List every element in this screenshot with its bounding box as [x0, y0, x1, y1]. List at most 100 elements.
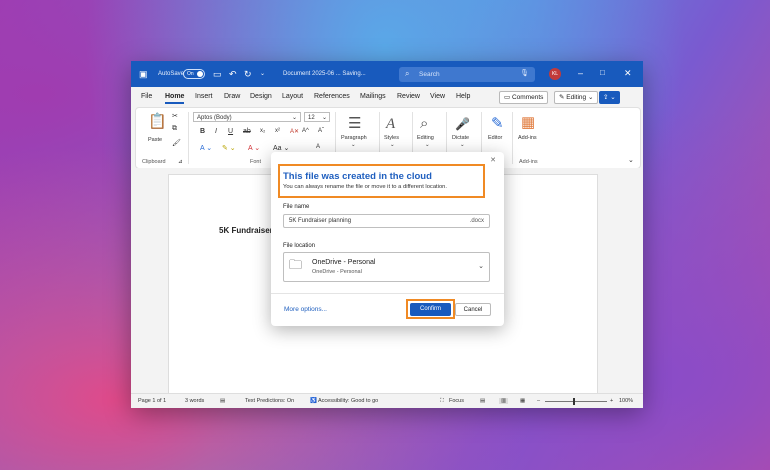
print-layout-icon[interactable]: ▥	[499, 398, 509, 404]
file-location-label: File location	[283, 243, 316, 249]
tab-mailings[interactable]: Mailings	[360, 93, 386, 100]
paste-icon[interactable]: 📋	[148, 114, 167, 130]
zoom-slider[interactable]	[545, 398, 607, 405]
chevron-down-icon[interactable]: ⌄	[390, 142, 395, 148]
close-icon[interactable]: ✕	[490, 156, 496, 164]
more-options-link[interactable]: More options...	[284, 306, 327, 313]
font-name-value: Aptos (Body)	[197, 115, 232, 121]
tab-help[interactable]: Help	[456, 93, 470, 100]
microphone-icon[interactable]: 🎙	[520, 69, 529, 77]
format-painter-icon[interactable]: 🖌	[172, 139, 181, 147]
font-name-dropdown[interactable]: Aptos (Body) ⌄	[193, 112, 301, 122]
autosave-state: On	[187, 71, 194, 77]
focus-icon[interactable]: ⛶	[440, 398, 444, 405]
tab-view[interactable]: View	[430, 93, 445, 100]
paragraph-label[interactable]: Paragraph	[341, 135, 367, 141]
status-bar: Page 1 of 1 3 words ▤ Text Predictions: …	[131, 393, 643, 408]
dictate-microphone-icon[interactable]: 🎤	[455, 116, 470, 132]
styles-label[interactable]: Styles	[384, 135, 399, 141]
confirm-button[interactable]: Confirm	[410, 303, 451, 316]
file-name-input[interactable]: 5K Fundraiser planning .docx	[283, 214, 490, 228]
strikethrough-icon[interactable]: ab	[243, 128, 251, 135]
divider	[512, 112, 513, 164]
chevron-down-icon[interactable]: ⌄	[460, 142, 465, 148]
tab-home[interactable]: Home	[165, 93, 185, 104]
font-group-label: Font	[250, 159, 262, 165]
web-layout-icon[interactable]: ▦	[520, 398, 525, 404]
share-button[interactable]: ⇪ ⌄	[599, 91, 620, 104]
grow-font-icon[interactable]: A^	[302, 128, 309, 134]
text-effects-icon[interactable]: A ⌄	[200, 144, 212, 152]
tab-review[interactable]: Review	[397, 93, 420, 100]
editor-icon[interactable]: ✎	[491, 116, 504, 132]
editing-mode-button[interactable]: ✎ Editing ⌄	[554, 91, 599, 104]
folder-icon: 🗀	[289, 257, 303, 272]
file-location-dropdown[interactable]: 🗀 OneDrive - Personal OneDrive - Persona…	[283, 252, 490, 282]
minimize-icon[interactable]: –	[578, 68, 583, 78]
file-extension: .docx	[469, 218, 484, 224]
redo-icon[interactable]: ↻	[244, 69, 252, 79]
highlight-icon[interactable]: ✎ ⌄	[222, 144, 236, 152]
zoom-in-icon[interactable]: +	[610, 398, 613, 404]
tab-references[interactable]: References	[314, 93, 350, 100]
paste-label[interactable]: Paste	[148, 137, 162, 143]
document-title[interactable]: Document 2025-06 ... Saving...	[283, 71, 366, 77]
maximize-icon[interactable]: □	[600, 68, 605, 78]
file-name-label: File name	[283, 204, 310, 210]
font-size-dropdown[interactable]: 12 ⌄	[304, 112, 330, 122]
styles-icon[interactable]: A	[386, 116, 395, 132]
word-count[interactable]: 3 words	[185, 398, 204, 404]
divider	[188, 112, 189, 164]
customize-chevron-icon[interactable]: ⌄	[260, 69, 265, 79]
font-color-icon[interactable]: A ⌄	[248, 144, 260, 152]
zoom-slider-thumb[interactable]	[573, 398, 575, 405]
save-icon[interactable]: ▭	[213, 69, 222, 79]
comments-button[interactable]: ▭ Comments	[499, 91, 549, 104]
clear-formatting-icon[interactable]: A✕	[290, 128, 299, 135]
zoom-out-icon[interactable]: –	[537, 398, 540, 404]
close-icon[interactable]: ✕	[624, 68, 632, 78]
cancel-button[interactable]: Cancel	[455, 303, 491, 316]
paragraph-icon[interactable]: ☰	[348, 116, 361, 132]
subscript-icon[interactable]: x₂	[260, 128, 265, 134]
tab-design[interactable]: Design	[250, 93, 272, 100]
save-cloud-dialog: ✕ This file was created in the cloud You…	[271, 152, 504, 326]
text-predictions[interactable]: Text Predictions: On	[245, 398, 294, 404]
superscript-icon[interactable]: x²	[275, 128, 280, 134]
document-heading[interactable]: 5K Fundraiser	[219, 226, 273, 235]
find-icon[interactable]: ⌕	[420, 116, 428, 132]
focus-label[interactable]: Focus	[449, 398, 464, 404]
editor-label[interactable]: Editor	[488, 135, 502, 141]
zoom-level[interactable]: 100%	[619, 398, 633, 404]
chevron-down-icon[interactable]: ⌄	[351, 142, 356, 148]
avatar[interactable]: KL	[549, 68, 561, 80]
editing-label[interactable]: Editing	[417, 135, 434, 141]
shrink-font-icon[interactable]: Aˇ	[318, 128, 324, 134]
change-case-icon[interactable]: Aa ⌄	[273, 144, 289, 152]
read-mode-icon[interactable]: ▤	[480, 398, 485, 404]
page-count[interactable]: Page 1 of 1	[138, 398, 166, 404]
copy-icon[interactable]: ⧉	[172, 125, 177, 133]
accessibility-status[interactable]: Accessibility: Good to go	[318, 398, 378, 404]
italic-icon[interactable]: I	[215, 128, 217, 135]
addins-label[interactable]: Add-ins	[518, 135, 537, 141]
underline-icon[interactable]: U	[228, 128, 233, 135]
proofing-icon[interactable]: ▤	[220, 398, 225, 404]
chevron-down-icon[interactable]: ⌄	[425, 142, 430, 148]
tab-insert[interactable]: Insert	[195, 93, 213, 100]
autosave-toggle[interactable]: On	[183, 69, 205, 79]
undo-icon[interactable]: ↶	[229, 69, 237, 79]
collapse-ribbon-icon[interactable]: ⌄	[628, 156, 634, 164]
tab-layout[interactable]: Layout	[282, 93, 303, 100]
clipboard-group-label: Clipboard	[142, 159, 166, 165]
bold-icon[interactable]: B	[200, 128, 205, 135]
word-app-icon[interactable]: ▣	[139, 69, 148, 79]
character-spacing-icon[interactable]: A	[316, 144, 320, 150]
dictate-label[interactable]: Dictate	[452, 135, 469, 141]
tab-file[interactable]: File	[141, 93, 152, 100]
tab-draw[interactable]: Draw	[224, 93, 240, 100]
clipboard-launcher-icon[interactable]: ⊿	[178, 159, 183, 165]
cut-icon[interactable]: ✂	[172, 112, 178, 120]
search-box[interactable]: ⌕ Search 🎙	[399, 67, 535, 82]
addins-icon[interactable]: ▦	[521, 115, 535, 131]
